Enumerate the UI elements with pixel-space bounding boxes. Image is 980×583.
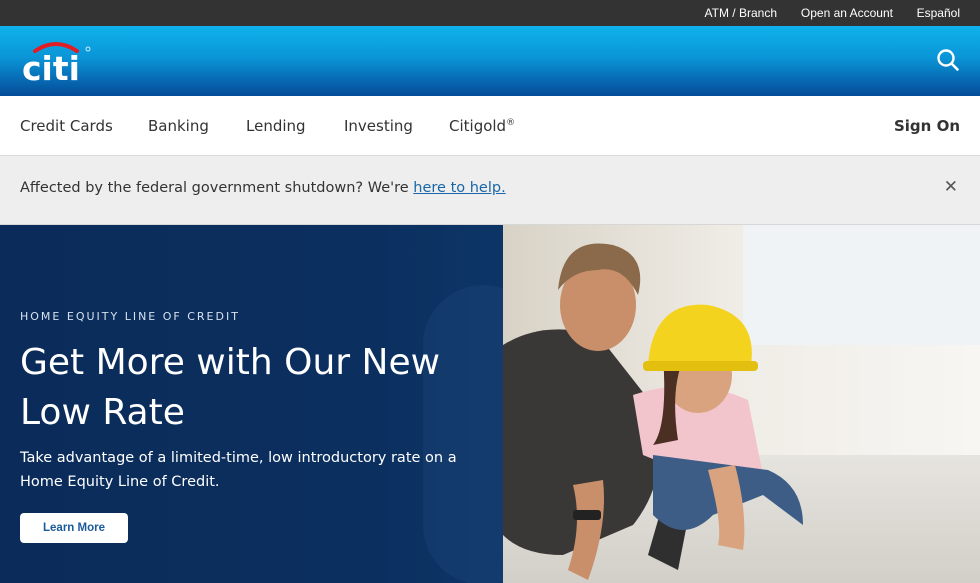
hero-eyebrow: HOME EQUITY LINE OF CREDIT (20, 310, 240, 323)
main-navigation: Credit Cards Banking Lending Investing C… (0, 96, 980, 156)
nav-investing[interactable]: Investing (344, 117, 413, 135)
alert-message: Affected by the federal government shutd… (20, 180, 506, 196)
photo-man-and-child-hardhat-icon (503, 225, 980, 583)
nav-credit-cards[interactable]: Credit Cards (20, 117, 113, 135)
citi-logo[interactable]: citi (20, 39, 92, 88)
atm-branch-link[interactable]: ATM / Branch (705, 6, 777, 20)
nav-lending[interactable]: Lending (246, 117, 306, 135)
alert-help-link[interactable]: here to help. (413, 180, 505, 196)
sign-on-link[interactable]: Sign On (894, 117, 960, 135)
open-account-link[interactable]: Open an Account (801, 6, 893, 20)
nav-citigold[interactable]: Citigold® (449, 117, 515, 135)
registered-mark: ® (506, 118, 516, 128)
search-button[interactable] (936, 48, 960, 72)
hero-body-text: Take advantage of a limited-time, low in… (20, 450, 457, 490)
alert-text: Affected by the federal government shutd… (20, 180, 414, 196)
shutdown-alert-banner: Affected by the federal government shutd… (0, 156, 980, 225)
hero-photo (503, 225, 980, 583)
logo-wordmark: citi (22, 49, 80, 84)
espanol-link[interactable]: Español (917, 6, 960, 20)
utility-bar: ATM / Branch Open an Account Español (0, 0, 980, 26)
hero-text-panel: HOME EQUITY LINE OF CREDIT Get More with… (0, 225, 503, 583)
hero-banner: HOME EQUITY LINE OF CREDIT Get More with… (0, 225, 980, 583)
nav-banking[interactable]: Banking (148, 117, 209, 135)
brand-header: citi (0, 26, 980, 96)
learn-more-button[interactable]: Learn More (20, 513, 128, 543)
hero-headline: Get More with Our New Low Rate (20, 342, 441, 433)
close-icon[interactable]: ✕ (944, 177, 958, 197)
search-icon (937, 49, 959, 71)
nav-citigold-label: Citigold (449, 117, 507, 135)
